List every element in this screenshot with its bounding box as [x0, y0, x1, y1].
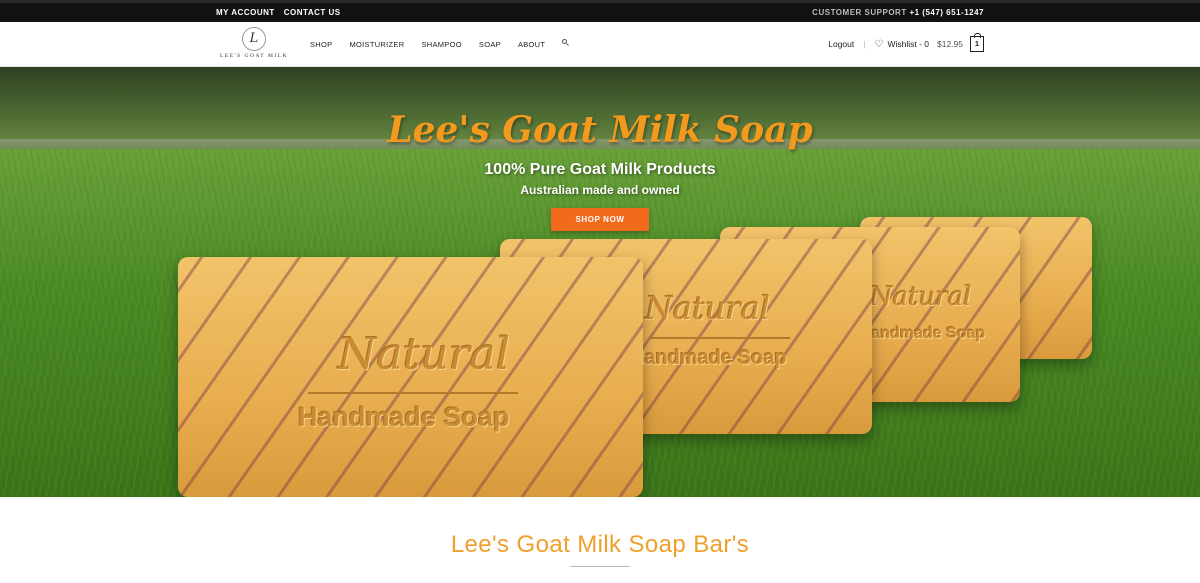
customer-support: CUSTOMER SUPPORT +1 (547) 651-1247: [812, 8, 984, 17]
logo-initial: L: [249, 31, 259, 46]
menu-item-about[interactable]: ABOUT: [518, 40, 545, 49]
customer-support-label: CUSTOMER SUPPORT: [812, 8, 907, 17]
soap-stamp-natural: Natural: [645, 289, 771, 327]
main-menu: SHOP MOISTURIZER SHAMPOO SOAP ABOUT: [310, 39, 570, 49]
contact-us-link[interactable]: CONTACT US: [284, 8, 341, 17]
soap-bar-1: Natural Handmade Soap: [178, 257, 643, 497]
cart-count: 1: [974, 39, 980, 48]
soap-stamp-handmade: Handmade Soap: [630, 347, 787, 369]
hero-title: Lee's Goat Milk Soap: [387, 109, 813, 151]
top-bar: MY ACCOUNT CONTACT US CUSTOMER SUPPORT +…: [0, 0, 1200, 22]
soap-stamp-natural: Natural: [870, 282, 972, 312]
menu-item-shampoo[interactable]: SHAMPOO: [421, 40, 461, 49]
my-account-link[interactable]: MY ACCOUNT: [216, 8, 275, 17]
wishlist-link[interactable]: Wishlist - 0: [887, 39, 929, 49]
main-navbar: L LEE'S GOAT MILK SHOP MOISTURIZER SHAMP…: [0, 22, 1200, 67]
soap-stamp-handmade: Handmade Soap: [860, 325, 986, 342]
search-icon-handle: [566, 43, 570, 46]
logo-emblem: L: [242, 27, 266, 51]
customer-support-phone[interactable]: +1 (547) 651-1247: [909, 8, 984, 17]
soap-stamp-rule: [650, 337, 790, 339]
account-separator: |: [863, 39, 866, 49]
section-title: Lee's Goat Milk Soap Bar's: [450, 531, 750, 558]
shop-now-button[interactable]: SHOP NOW: [551, 208, 649, 231]
heart-icon: ♡: [874, 38, 884, 50]
logo-brand-text: LEE'S GOAT MILK: [220, 53, 288, 59]
cart-total[interactable]: $12.95: [937, 39, 963, 49]
site-logo[interactable]: L LEE'S GOAT MILK: [220, 27, 288, 63]
menu-item-moisturizer[interactable]: MOISTURIZER: [349, 40, 404, 49]
soap-stamp-handmade: Handmade Soap: [298, 402, 510, 432]
hero-subtitle: 100% Pure Goat Milk Products: [484, 161, 716, 178]
search-icon[interactable]: [562, 39, 570, 46]
hero-tagline: Australian made and owned: [520, 183, 680, 197]
section-title-underline: [570, 566, 630, 567]
hero-banner: Natural Handmade Soap Natural Handmade S…: [0, 67, 1200, 497]
menu-item-shop[interactable]: SHOP: [310, 40, 332, 49]
soap-stamp-rule: [308, 392, 518, 394]
logout-link[interactable]: Logout: [828, 39, 854, 49]
soap-stamp-natural: Natural: [338, 329, 511, 380]
menu-item-soap[interactable]: SOAP: [479, 40, 501, 49]
account-area: Logout | ♡ Wishlist - 0 $12.95 1: [828, 33, 984, 52]
shopping-bag-icon[interactable]: 1: [970, 33, 984, 52]
top-bar-links: MY ACCOUNT CONTACT US: [216, 8, 341, 17]
